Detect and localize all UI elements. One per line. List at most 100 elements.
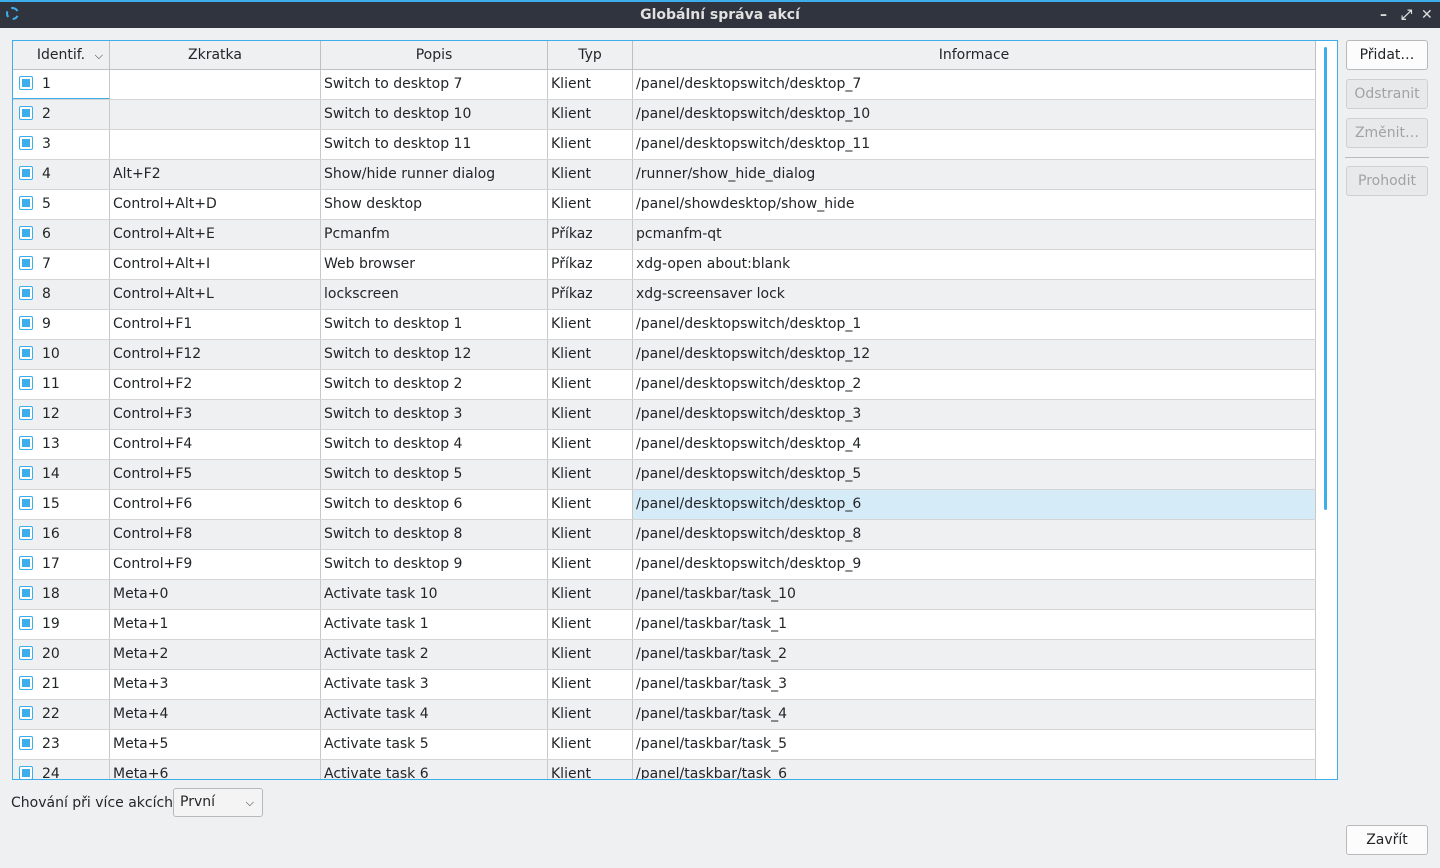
enabled-checkbox[interactable] [19,585,33,600]
chevron-down-icon: ⌵ [245,796,254,809]
enabled-checkbox[interactable] [19,495,33,510]
enabled-checkbox[interactable] [19,285,33,300]
cell-type: Klient [548,400,633,429]
table-row[interactable]: 6 Control+Alt+E Pcmanfm Příkaz pcmanfm-qt [13,220,1316,250]
close-button[interactable]: Zavřít [1346,825,1428,855]
table-row[interactable]: 21 Meta+3 Activate task 3 Klient/panel/task… [13,670,1316,700]
enabled-checkbox[interactable] [19,315,33,330]
table-row[interactable]: 23 Meta+5 Activate task 5 Klient/panel/task… [13,730,1316,760]
chevron-down-icon: ⌵ [94,49,103,62]
cell-id-text: 24 [42,766,60,780]
table-row[interactable]: 11 Control+F2 Switch to desktop 2 Klient/pa… [13,370,1316,400]
table-row[interactable]: 10 Control+F12 Switch to desktop 12 Klient /… [13,340,1316,370]
cell-id-text: 15 [42,496,60,512]
cell-info-text: /panel/taskbar/task_1 [636,616,788,632]
cell-type: Klient [548,640,633,669]
header-type[interactable]: Typ [548,41,633,69]
behavior-select[interactable]: První ⌵ [173,788,263,817]
cell-shortcut-text: Meta+0 [113,586,169,602]
cell-shortcut [110,130,321,159]
maximize-icon[interactable]: ⤢ [1401,2,1412,28]
cell-type-text: Klient [551,646,591,662]
cell-id: 3 [13,130,110,159]
table-row[interactable]: 2 Switch to desktop 10 Klient/panel/deskto… [13,100,1316,130]
cell-info-text: /panel/taskbar/task_4 [636,706,788,722]
table-row[interactable]: 8 Control+Alt+L lockscreen Příkaz xdg-screen… [13,280,1316,310]
table-row[interactable]: 14 Control+F5 Switch to desktop 5 Klient/pa… [13,460,1316,490]
enabled-checkbox[interactable] [19,435,33,450]
cell-type: Klient [548,430,633,459]
minimize-icon[interactable]: – [1380,2,1387,28]
table-row[interactable]: 16 Control+F8 Switch to desktop 8 Klient/pa… [13,520,1316,550]
table-row[interactable]: 4 Alt+F2 Show/hide runner dialog Klient/run… [13,160,1316,190]
table-row[interactable]: 13 Control+F4 Switch to desktop 4 Klient/pa… [13,430,1316,460]
table-row[interactable]: 19 Meta+1 Activate task 1 Klient/panel/task… [13,610,1316,640]
enabled-checkbox[interactable] [19,615,33,630]
header-info[interactable]: Informace [633,41,1316,69]
cell-description: Switch to desktop 7 [321,70,548,99]
cell-info: /panel/taskbar/task_2 [633,640,1316,669]
cell-shortcut-text: Control+Alt+I [113,256,211,272]
table-row[interactable]: 9 Control+F1 Switch to desktop 1 Klient/pan… [13,310,1316,340]
cell-description: Web browser [321,250,548,279]
enabled-checkbox[interactable] [19,105,33,120]
enabled-checkbox[interactable] [19,195,33,210]
header-id[interactable]: Identif. ⌵ [13,41,110,69]
table-row[interactable]: 15 Control+F6 Switch to desktop 6 Klient/pa… [13,490,1316,520]
cell-type-text: Klient [551,556,591,572]
swap-button[interactable]: Prohodit [1346,166,1428,196]
remove-button[interactable]: Odstranit [1346,79,1428,109]
enabled-checkbox[interactable] [19,255,33,270]
cell-id: 13 [13,430,110,459]
close-icon[interactable]: ✕ [1421,2,1433,28]
cell-id-text: 7 [42,256,51,272]
vertical-scrollbar[interactable] [1324,47,1327,510]
cell-id: 1 [13,70,110,99]
table-row[interactable]: 24 Meta+6 Activate task 6 Klient/panel/task… [13,760,1316,780]
enabled-checkbox[interactable] [19,735,33,750]
enabled-checkbox[interactable] [19,345,33,360]
header-description[interactable]: Popis [321,41,548,69]
table-row[interactable]: 7 Control+Alt+I Web browser Příkaz xdg-open … [13,250,1316,280]
cell-description: Show/hide runner dialog [321,160,548,189]
enabled-checkbox[interactable] [19,405,33,420]
table-row[interactable]: 20 Meta+2 Activate task 2 Klient/panel/task… [13,640,1316,670]
cell-description-text: Switch to desktop 12 [324,346,472,362]
enabled-checkbox[interactable] [19,705,33,720]
cell-type: Klient [548,190,633,219]
table-row[interactable]: 17 Control+F9 Switch to desktop 9 Klient/pa… [13,550,1316,580]
actions-table[interactable]: Identif. ⌵ Zkratka Popis Typ Informace 1 S… [12,40,1338,780]
cell-shortcut-text: Meta+1 [113,616,169,632]
enabled-checkbox[interactable] [19,135,33,150]
table-row[interactable]: 12 Control+F3 Switch to desktop 3 Klient/pa… [13,400,1316,430]
cell-type: Klient [548,490,633,519]
cell-id: 19 [13,610,110,639]
table-row[interactable]: 3 Switch to desktop 11 Klient/panel/deskto… [13,130,1316,160]
enabled-checkbox[interactable] [19,675,33,690]
cell-info: /panel/showdesktop/show_hide [633,190,1316,219]
table-row[interactable]: 1 Switch to desktop 7 Klient/panel/desktop… [13,70,1316,100]
button-separator [1345,157,1429,158]
header-shortcut[interactable]: Zkratka [110,41,321,69]
cell-description-text: Switch to desktop 9 [324,556,463,572]
cell-info-text: /panel/desktopswitch/desktop_2 [636,376,862,392]
enabled-checkbox[interactable] [19,645,33,660]
table-row[interactable]: 22 Meta+4 Activate task 4 Klient/panel/task… [13,700,1316,730]
modify-button[interactable]: Změnit… [1346,118,1428,148]
enabled-checkbox[interactable] [19,465,33,480]
enabled-checkbox[interactable] [19,225,33,240]
cell-id-text: 4 [42,166,51,182]
enabled-checkbox[interactable] [19,525,33,540]
enabled-checkbox[interactable] [19,765,33,779]
enabled-checkbox[interactable] [19,165,33,180]
add-button[interactable]: Přidat… [1346,40,1428,70]
cell-description-text: Web browser [324,256,415,272]
cell-shortcut: Control+F9 [110,550,321,579]
cell-info-text: /panel/desktopswitch/desktop_7 [636,76,862,92]
enabled-checkbox[interactable] [19,555,33,570]
table-row[interactable]: 18 Meta+0 Activate task 10 Klient/panel/tas… [13,580,1316,610]
cell-shortcut: Alt+F2 [110,160,321,189]
enabled-checkbox[interactable] [19,75,33,90]
enabled-checkbox[interactable] [19,375,33,390]
table-row[interactable]: 5 Control+Alt+D Show desktop Klient/panel/s… [13,190,1316,220]
